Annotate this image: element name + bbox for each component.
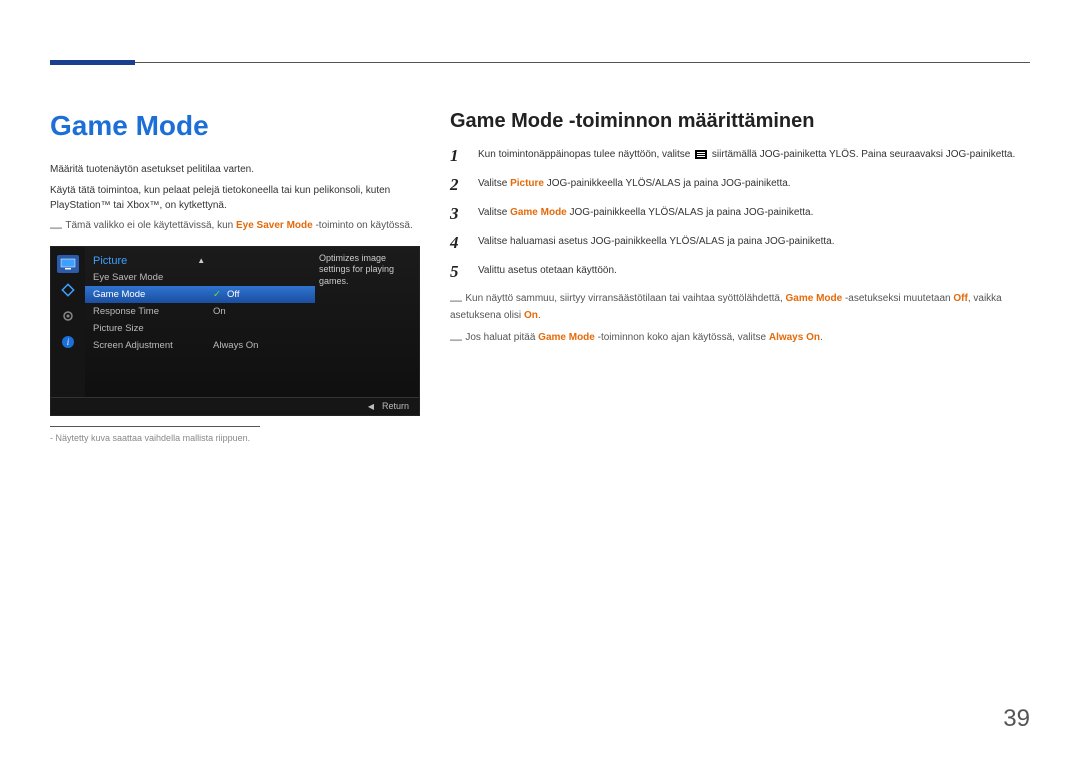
step-2: 2 Valitse Picture JOG-painikkeella YLÖS/…: [450, 176, 1030, 193]
osd-description: Optimizes image settings for playing gam…: [315, 247, 419, 397]
intro-paragraph-1: Määritä tuotenäytön asetukset pelitilaa …: [50, 162, 420, 177]
step-number: 4: [450, 234, 464, 251]
page-number: 39: [1003, 705, 1030, 733]
right-column: Game Mode -toiminnon määrittäminen 1 Kun…: [450, 110, 1030, 443]
osd-footer: ◀ Return: [51, 397, 419, 415]
osd-value-on: On: [205, 303, 315, 320]
up-arrow-icon: ▲: [197, 256, 205, 265]
steps-list: 1 Kun toimintonäppäinopas tulee näyttöön…: [450, 147, 1030, 280]
step-3-text: Valitse Game Mode JOG-painikkeella YLÖS/…: [478, 205, 813, 220]
left-column: Game Mode Määritä tuotenäytön asetukset …: [50, 110, 420, 443]
game-mode-label-2: Game Mode: [786, 293, 843, 304]
step-4: 4 Valitse haluamasi asetus JOG-painikkee…: [450, 234, 1030, 251]
game-mode-label: Game Mode: [510, 207, 567, 218]
osd-return-label: Return: [382, 401, 409, 411]
game-mode-label-3: Game Mode: [538, 332, 595, 343]
osd-sidebar: i: [51, 247, 85, 397]
on-label: On: [524, 310, 538, 321]
osd-value-off: ✓ Off: [205, 286, 315, 303]
monitor-icon: [57, 255, 79, 273]
osd-category-title: Picture ▲: [85, 251, 205, 269]
osd-item-game-mode: Game Mode: [85, 286, 205, 303]
picture-label: Picture: [510, 178, 544, 189]
gear-icon: [57, 307, 79, 325]
osd-value-always-on: Always On: [205, 337, 315, 354]
osd-menu-items: Picture ▲ Eye Saver Mode Game Mode Respo…: [85, 247, 205, 397]
check-icon: ✓: [213, 289, 223, 299]
always-on-label: Always On: [769, 332, 820, 343]
header-rule: [50, 62, 1030, 66]
note-always-on: Jos haluat pitää Game Mode -toiminnon ko…: [450, 331, 1030, 348]
step-1: 1 Kun toimintonäppäinopas tulee näyttöön…: [450, 147, 1030, 164]
separator-line: [50, 426, 260, 427]
left-arrow-icon: ◀: [368, 402, 374, 411]
osd-item-picture-size: Picture Size: [85, 320, 205, 337]
osd-value-off-text: Off: [227, 289, 240, 300]
section-heading-game-mode: Game Mode: [50, 110, 420, 142]
subsection-heading: Game Mode -toiminnon määrittäminen: [450, 110, 1030, 133]
note-eye-saver-pre: Tämä valikko ei ole käytettävissä, kun: [65, 220, 236, 231]
step-number: 5: [450, 263, 464, 280]
osd-screenshot: i Picture ▲ Eye Saver Mode Game Mode Res…: [50, 246, 420, 416]
osd-values: ✓ Off On Always On: [205, 247, 315, 397]
frame-icon: [57, 281, 79, 299]
note-eye-saver: Tämä valikko ei ole käytettävissä, kun E…: [50, 219, 420, 236]
osd-title-text: Picture: [93, 255, 127, 267]
note-eye-saver-post: -toiminto on käytössä.: [313, 220, 413, 231]
menu-icon: [695, 150, 707, 159]
step-5: 5 Valittu asetus otetaan käyttöön.: [450, 263, 1030, 280]
step-3: 3 Valitse Game Mode JOG-painikkeella YLÖ…: [450, 205, 1030, 222]
step-number: 3: [450, 205, 464, 222]
osd-item-response-time: Response Time: [85, 303, 205, 320]
step-1-text: Kun toimintonäppäinopas tulee näyttöön, …: [478, 147, 1015, 162]
off-label: Off: [953, 293, 967, 304]
step-number: 1: [450, 147, 464, 164]
note-power-off: Kun näyttö sammuu, siirtyy virransäästöt…: [450, 292, 1030, 323]
eye-saver-mode-label: Eye Saver Mode: [236, 220, 313, 231]
step-5-text: Valittu asetus otetaan käyttöön.: [478, 263, 617, 278]
step-4-text: Valitse haluamasi asetus JOG-painikkeell…: [478, 234, 834, 249]
step-number: 2: [450, 176, 464, 193]
image-disclaimer: Näytetty kuva saattaa vaihdella mallista…: [50, 433, 420, 443]
step-2-text: Valitse Picture JOG-painikkeella YLÖS/AL…: [478, 176, 791, 191]
intro-paragraph-2: Käytä tätä toimintoa, kun pelaat pelejä …: [50, 183, 420, 213]
osd-item-eye-saver: Eye Saver Mode: [85, 269, 205, 286]
osd-item-screen-adjustment: Screen Adjustment: [85, 337, 205, 354]
info-icon: i: [57, 333, 79, 351]
